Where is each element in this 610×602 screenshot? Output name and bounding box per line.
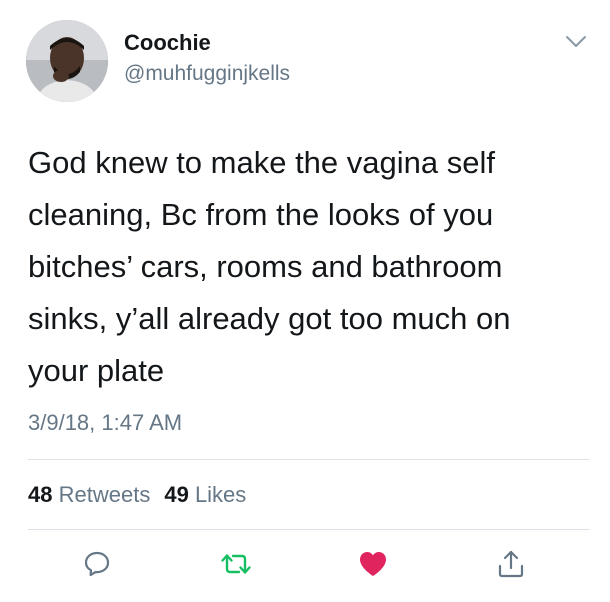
retweets-count: 48 bbox=[28, 482, 53, 507]
tweet-text-line: cleaning, Bc from the looks of you bbox=[28, 197, 494, 232]
reply-button[interactable] bbox=[79, 546, 115, 582]
likes-label: Likes bbox=[194, 482, 247, 507]
tweet-text: God knew to make the vagina self cleanin… bbox=[28, 137, 588, 397]
avatar[interactable] bbox=[26, 20, 108, 102]
share-button[interactable] bbox=[493, 546, 529, 582]
reply-icon bbox=[84, 551, 110, 577]
tweet-card: Coochie @muhfugginjkells God knew to mak… bbox=[0, 0, 610, 602]
tweet-text-line: God knew to make the vagina self bbox=[28, 145, 495, 180]
retweets-stat[interactable]: 48 Retweets bbox=[28, 482, 150, 507]
author-handle[interactable]: @muhfugginjkells bbox=[124, 62, 290, 86]
retweet-icon bbox=[221, 554, 251, 574]
heart-icon bbox=[360, 552, 386, 576]
share-icon bbox=[498, 550, 524, 578]
like-button[interactable] bbox=[355, 546, 391, 582]
profile-photo bbox=[26, 20, 108, 102]
likes-stat[interactable]: 49 Likes bbox=[164, 482, 246, 507]
tweet-text-line: your plate bbox=[28, 353, 165, 388]
retweet-button[interactable] bbox=[218, 546, 254, 582]
divider bbox=[28, 529, 590, 530]
retweets-label: Retweets bbox=[58, 482, 151, 507]
chevron-down-icon[interactable] bbox=[565, 35, 587, 49]
likes-count: 49 bbox=[164, 482, 189, 507]
divider bbox=[28, 459, 590, 460]
timestamp[interactable]: 3/9/18, 1:47 AM bbox=[28, 410, 182, 436]
tweet-text-line: sinks, y’all already got too much on bbox=[28, 301, 511, 336]
author-name[interactable]: Coochie bbox=[124, 30, 211, 56]
tweet-text-line: bitches’ cars, rooms and bathroom bbox=[28, 249, 503, 284]
engagement-stats: 48 Retweets 49 Likes bbox=[28, 482, 246, 508]
